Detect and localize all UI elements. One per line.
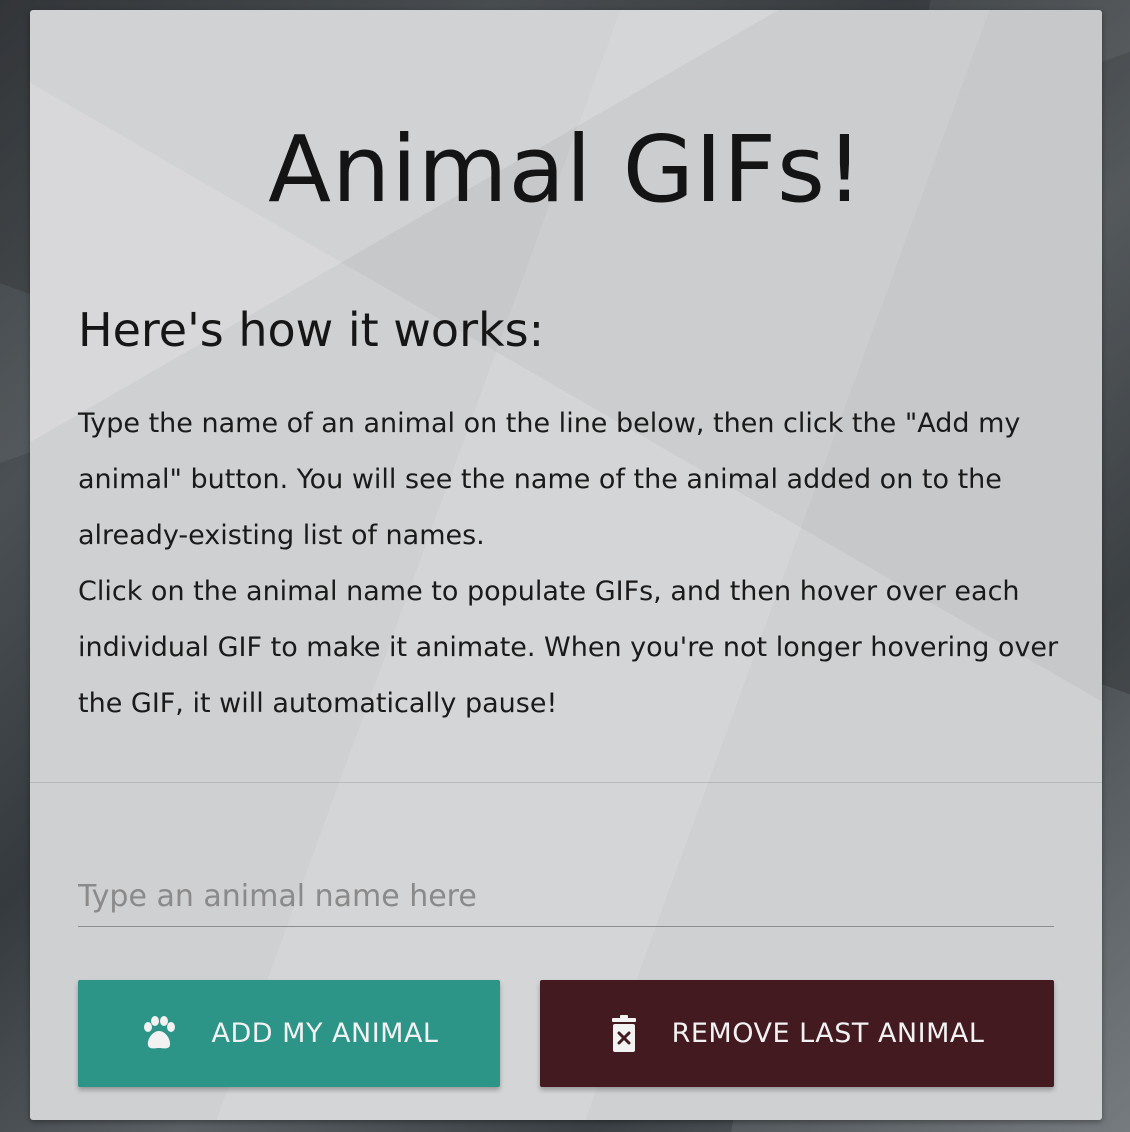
- main-card: Animal GIFs! Here's how it works: Type t…: [30, 10, 1102, 1120]
- add-animal-label: ADD MY ANIMAL: [211, 1018, 439, 1049]
- animal-name-input[interactable]: [78, 866, 1054, 927]
- remove-last-animal-button[interactable]: REMOVE LAST ANIMAL: [540, 980, 1054, 1087]
- remove-animal-label: REMOVE LAST ANIMAL: [671, 1018, 985, 1049]
- how-it-works-heading: Here's how it works:: [78, 303, 545, 357]
- paw-icon: [140, 1015, 178, 1052]
- instructions-paragraph: Type the name of an animal on the line b…: [78, 408, 1021, 551]
- trash-icon: [610, 1014, 638, 1053]
- page-title: Animal GIFs!: [268, 116, 864, 223]
- divider: [30, 782, 1102, 783]
- instructions-paragraph: Click on the animal name to populate GIF…: [78, 576, 1059, 719]
- add-animal-button[interactable]: ADD MY ANIMAL: [78, 980, 500, 1087]
- instructions: Type the name of an animal on the line b…: [78, 396, 1063, 732]
